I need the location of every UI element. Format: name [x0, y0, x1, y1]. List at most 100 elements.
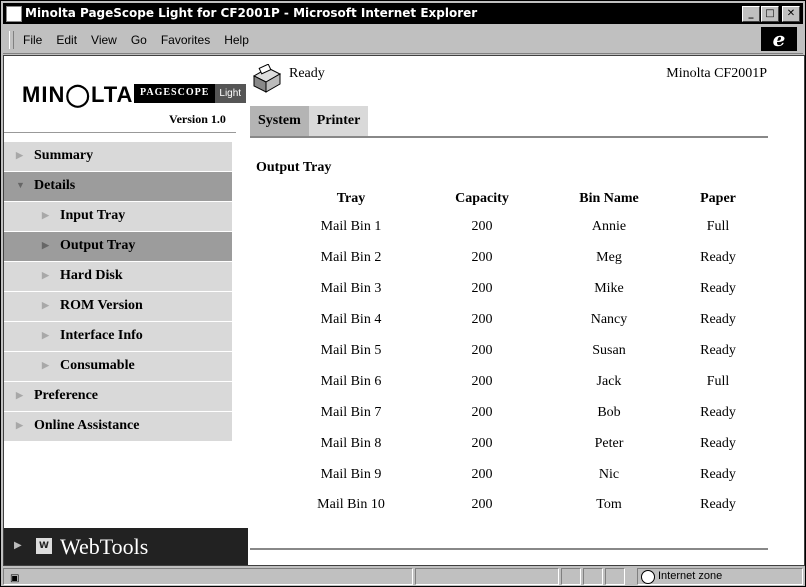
cell-bin-name: Jack: [596, 373, 622, 389]
table-row: Mail Bin 6 200 Jack Full: [286, 366, 766, 397]
sidebar-item-details[interactable]: ▼ Details: [4, 172, 232, 201]
cell-capacity: 200: [471, 250, 493, 266]
cell-capacity: 200: [471, 343, 493, 358]
zone-label: Internet zone: [658, 570, 723, 582]
menu-items: File Edit View Go Favorites Help: [23, 33, 249, 47]
sidebar-item-label: Preference: [34, 388, 98, 403]
cell-capacity: 200: [471, 219, 493, 235]
internet-zone-icon: [641, 570, 655, 584]
sidebar-item-label: Interface Info: [60, 328, 143, 343]
cell-tray: Mail Bin 4: [320, 312, 382, 328]
browser-window: Minolta PageScope Light for CF2001P - Mi…: [0, 0, 806, 587]
menu-item-edit[interactable]: Edit: [56, 33, 77, 47]
maximize-button[interactable]: □: [761, 6, 779, 22]
pagescope-label: PAGESCOPE: [134, 84, 216, 103]
tab-divider: [250, 136, 768, 138]
sidebar-item-label: Summary: [34, 148, 94, 163]
sidebar-item-hard-disk[interactable]: ▶ Hard Disk: [4, 262, 232, 291]
title-bar: Minolta PageScope Light for CF2001P - Mi…: [3, 3, 803, 24]
column-header-capacity: Capacity: [455, 191, 509, 206]
column-header-bin-name: Bin Name: [579, 191, 639, 206]
arrow-right-icon: ▶: [42, 360, 49, 370]
status-bar-panel: [583, 568, 603, 585]
cell-bin-name: Bob: [597, 404, 621, 420]
status-bar-panel: [605, 568, 625, 585]
cell-paper: Ready: [700, 281, 736, 297]
table-row: Mail Bin 9 200 Nic Ready: [286, 459, 766, 490]
table-row: Mail Bin 1 200 Annie Full: [286, 212, 766, 243]
window-controls: _ □ ✕: [742, 6, 800, 22]
pagescope-light-logo: PAGESCOPE Light: [134, 84, 247, 103]
sidebar-item-label: Online Assistance: [34, 418, 140, 433]
cell-paper: Ready: [700, 343, 736, 358]
section-title: Output Tray: [256, 160, 332, 175]
status-bar: ▣ Internet zone: [3, 566, 803, 586]
arrow-right-icon: ▶: [42, 210, 49, 220]
status-bar-panel: [561, 568, 581, 585]
webtools-label: WebTools: [60, 534, 149, 559]
cell-bin-name: Meg: [596, 250, 622, 266]
sidebar-item-interface-info[interactable]: ▶ Interface Info: [4, 322, 232, 351]
arrow-right-icon: ▶: [42, 240, 49, 250]
cell-capacity: 200: [471, 466, 493, 482]
cell-bin-name: Peter: [594, 435, 624, 451]
printer-model: Minolta CF2001P: [666, 66, 767, 81]
status-bar-progress: [415, 568, 559, 585]
tab-system[interactable]: System: [250, 106, 309, 136]
ie-app-icon: [6, 6, 22, 22]
sidebar-item-output-tray[interactable]: ▶ Output Tray: [4, 232, 232, 261]
page-icon: ▣: [10, 573, 20, 584]
column-header-tray: Tray: [336, 191, 366, 206]
cell-paper: Ready: [700, 497, 736, 513]
menu-item-help[interactable]: Help: [224, 33, 249, 47]
tab-printer[interactable]: Printer: [308, 106, 369, 136]
cell-capacity: 200: [471, 373, 493, 389]
cell-bin-name: Nic: [598, 466, 620, 482]
cell-capacity: 200: [471, 281, 493, 297]
arrow-right-icon: ▶: [42, 330, 49, 340]
cell-paper: Full: [706, 219, 730, 235]
cell-bin-name: Nancy: [590, 312, 628, 328]
printer-status: Ready: [289, 66, 325, 81]
cell-tray: Mail Bin 8: [320, 435, 382, 451]
sidebar-item-rom-version[interactable]: ▶ ROM Version: [4, 292, 232, 321]
sidebar-item-consumable[interactable]: ▶ Consumable: [4, 352, 232, 381]
table-row: Mail Bin 7 200 Bob Ready: [286, 397, 766, 428]
cell-bin-name: Tom: [596, 497, 622, 513]
menu-item-go[interactable]: Go: [131, 33, 147, 47]
sidebar-item-input-tray[interactable]: ▶ Input Tray: [4, 202, 232, 231]
output-tray-table: Tray Capacity Bin Name Paper Mail Bin 1 2…: [286, 186, 766, 521]
sidebar-item-label: Details: [34, 178, 76, 193]
cell-tray: Mail Bin 6: [320, 373, 382, 389]
cell-capacity: 200: [471, 312, 493, 328]
version-label: Version 1.0: [169, 112, 226, 126]
sidebar-item-label: Consumable: [60, 358, 135, 373]
cell-tray: Mail Bin 1: [320, 219, 382, 235]
close-button[interactable]: ✕: [782, 6, 800, 22]
ie-logo-icon: e: [761, 27, 797, 51]
cell-paper: Ready: [700, 404, 736, 420]
cell-capacity: 200: [471, 497, 493, 513]
sidebar-item-preference[interactable]: ▶ Preference: [4, 382, 232, 411]
tab-bar: System Printer: [250, 106, 369, 136]
table-row: Mail Bin 2 200 Meg Ready: [286, 243, 766, 274]
sidebar-item-online-assistance[interactable]: ▶ Online Assistance: [4, 412, 232, 441]
minolta-logo: MIN◯LTA: [22, 82, 134, 107]
minimize-button[interactable]: _: [742, 6, 760, 22]
cell-capacity: 200: [471, 435, 493, 451]
printer-icon: [252, 64, 282, 93]
arrow-right-icon: ▶: [16, 390, 23, 400]
webtools-link[interactable]: ▶ W WebTools: [4, 528, 248, 565]
security-zone: Internet zone: [637, 568, 803, 585]
arrow-down-icon: ▼: [16, 180, 25, 190]
cell-tray: Mail Bin 5: [320, 343, 382, 358]
menu-item-view[interactable]: View: [91, 33, 117, 47]
menu-item-favorites[interactable]: Favorites: [161, 33, 210, 47]
sidebar-item-summary[interactable]: ▶ Summary: [4, 142, 232, 171]
arrow-right-icon: ▶: [16, 420, 23, 430]
menu-item-file[interactable]: File: [23, 33, 42, 47]
divider: [250, 548, 768, 550]
sidebar-item-label: Output Tray: [60, 238, 136, 253]
cell-paper: Ready: [700, 435, 736, 451]
cell-tray: Mail Bin 10: [317, 497, 385, 513]
